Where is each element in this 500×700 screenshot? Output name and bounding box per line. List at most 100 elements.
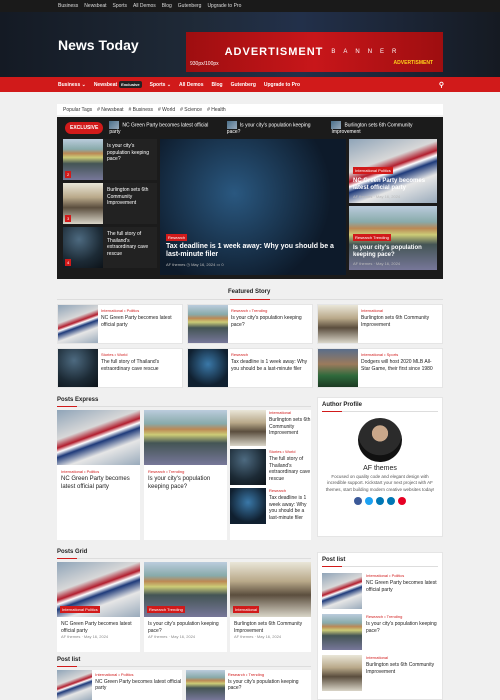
featured-card[interactable]: International • Sports Dodgers will host …: [317, 348, 443, 388]
category-badge: International Politics: [353, 166, 393, 174]
post-date: May 16, 2024: [256, 634, 282, 639]
social-links: [322, 496, 438, 505]
tag-world[interactable]: # World: [158, 107, 175, 113]
linkedin-icon-2[interactable]: [387, 496, 395, 505]
post-category: International • Politics: [61, 469, 100, 474]
nav-gutenberg[interactable]: Gutenberg: [231, 82, 256, 88]
grid-card[interactable]: Research Trending Is your city's populat…: [144, 562, 227, 652]
tag-health[interactable]: # Health: [207, 107, 226, 113]
ticker-item[interactable]: Is your city's population keeping pace?: [226, 121, 326, 135]
ad-size: 930px/100px: [190, 61, 219, 67]
tag-science[interactable]: # Science: [180, 107, 202, 113]
facebook-icon[interactable]: [354, 496, 362, 505]
grid-card[interactable]: International Politics NC Green Party be…: [57, 562, 140, 652]
section-divider: [57, 299, 443, 300]
post-list-item[interactable]: International • Politics NC Green Party b…: [57, 670, 182, 700]
post-list-item[interactable]: Research • Trending Is your city's popula…: [322, 614, 438, 650]
post-image: [57, 670, 93, 700]
site-title[interactable]: News Today: [58, 37, 139, 53]
author-profile-widget: Author Profile AF themes Focused on qual…: [317, 397, 443, 537]
top-link-blog[interactable]: Blog: [162, 3, 172, 9]
nav-all-demos[interactable]: All Demos: [179, 82, 203, 88]
post-category: Stories • World: [101, 352, 128, 357]
post-list-item[interactable]: International Burlington sets 6th Communi…: [322, 655, 438, 691]
ticker-item[interactable]: NC Green Party becomes latest official p…: [109, 121, 220, 135]
featured-card[interactable]: Research • Trending Is your city's popula…: [187, 304, 313, 344]
youtube-icon[interactable]: [398, 496, 406, 505]
nav-blog[interactable]: Blog: [212, 82, 223, 88]
post-image: [318, 305, 358, 343]
nav-business[interactable]: Business ⌄: [58, 82, 86, 88]
top-link-business[interactable]: Business: [58, 3, 78, 9]
post-category: International: [269, 410, 292, 415]
tags-label: Popular Tags: [63, 106, 93, 113]
nav-sports[interactable]: Sports ⌄: [150, 82, 171, 88]
ticker-thumb: [109, 121, 120, 129]
express-card[interactable]: International • Politics NC Green Party b…: [57, 410, 140, 540]
post-image: [230, 410, 266, 446]
tag-business[interactable]: # Business: [129, 107, 153, 113]
top-link-gutenberg[interactable]: Gutenberg: [178, 3, 202, 9]
posts-grid-title: Posts Grid: [57, 549, 88, 555]
ticker-thumb: [331, 121, 342, 129]
post-title: NC Green Party becomes latest official p…: [61, 621, 132, 634]
featured-card[interactable]: Stories • World The full story of Thailan…: [57, 348, 183, 388]
post-list-item[interactable]: International • Politics NC Green Party b…: [322, 573, 438, 609]
slider-left-item[interactable]: 2 Is your city's population keeping pace?: [63, 139, 157, 180]
advertisement-banner[interactable]: ADVERTISMENT BANNER 930px/100px ADVERTIS…: [186, 32, 443, 72]
main-nav: Business ⌄ Newsbeat Exclusive Sports ⌄ Al…: [0, 77, 500, 92]
post-date: May 16, 2024: [375, 194, 401, 199]
top-link-all-demos[interactable]: All Demos: [133, 3, 156, 9]
post-image: 2: [63, 139, 103, 180]
slider-left-item[interactable]: 3 Burlington sets 6th Community Improveme…: [63, 183, 157, 224]
ad-title: ADVERTISMENT: [224, 46, 324, 58]
ticker-text: Is your city's population keeping pace?: [226, 122, 311, 135]
author-name: AF themes: [353, 261, 373, 266]
express-mini-item[interactable]: International Burlington sets 6th Communi…: [230, 410, 311, 446]
post-image: 4: [63, 227, 103, 268]
express-card[interactable]: Research • Trending Is your city's popula…: [144, 410, 227, 540]
grid-card[interactable]: International Burlington sets 6th Commun…: [230, 562, 311, 652]
post-title: The full story of Thailand's extraordina…: [107, 231, 149, 257]
post-image: Research Trending: [144, 562, 227, 617]
author-bio: Focused on quality code and elegant desi…: [325, 474, 435, 492]
post-title: NC Green Party becomes latest official p…: [366, 580, 437, 593]
slider-right-item[interactable]: International Politics NC Green Party be…: [349, 139, 437, 203]
slider-left-item[interactable]: 4 The full story of Thailand's extraordin…: [63, 227, 157, 268]
post-title: Burlington sets 6th Community Improvemen…: [269, 417, 311, 437]
post-image: [322, 655, 362, 691]
search-icon[interactable]: ⚲: [439, 81, 444, 89]
post-image: [186, 670, 225, 700]
slider-right-item[interactable]: Research Trending Is your city's populat…: [349, 206, 437, 270]
post-title: Is your city's population keeping pace?: [231, 315, 302, 328]
post-image: [57, 410, 140, 465]
post-category: International: [366, 655, 389, 660]
linkedin-icon[interactable]: [376, 496, 384, 505]
tag-newsbeat[interactable]: # Newsbeat: [97, 107, 123, 113]
featured-card[interactable]: International • Politics NC Green Party b…: [57, 304, 183, 344]
ticker-item[interactable]: Burlington sets 6th Community Improvemen…: [331, 121, 443, 135]
comment-count: 0: [221, 262, 224, 267]
post-title: Is your city's population keeping pace?: [148, 476, 211, 490]
post-category: Research • Trending: [366, 614, 403, 619]
featured-card[interactable]: International Burlington sets 6th Communi…: [317, 304, 443, 344]
posts-express-title: Posts Express: [57, 397, 99, 403]
popular-tags: Popular Tags # Newsbeat # Business # Wor…: [57, 104, 443, 115]
top-link-newsbeat[interactable]: Newsbeat: [84, 3, 106, 9]
post-date: May 16, 2024: [375, 261, 401, 266]
nav-newsbeat[interactable]: Newsbeat Exclusive: [94, 80, 142, 88]
express-mini-item[interactable]: Research Tax deadline is 1 week away: Why…: [230, 488, 311, 524]
top-link-upgrade[interactable]: Upgrade to Pro: [207, 3, 241, 9]
top-link-sports[interactable]: Sports: [113, 3, 127, 9]
post-category: Research • Trending: [227, 672, 265, 677]
nav-upgrade[interactable]: Upgrade to Pro: [264, 82, 300, 88]
section-divider: [57, 558, 311, 559]
post-category: International • Politics: [95, 672, 134, 677]
twitter-icon[interactable]: [365, 496, 373, 505]
main-slider-post[interactable]: Research Tax deadline is 1 week away: Wh…: [160, 139, 346, 275]
post-image: [58, 305, 98, 343]
post-list-item[interactable]: Research • Trending Is your city's popula…: [186, 670, 311, 700]
featured-card[interactable]: Research Tax deadline is 1 week away: Why…: [187, 348, 313, 388]
post-title: The full story of Thailand's extraordina…: [101, 359, 160, 372]
express-mini-item[interactable]: Stories • World The full story of Thailan…: [230, 449, 311, 485]
